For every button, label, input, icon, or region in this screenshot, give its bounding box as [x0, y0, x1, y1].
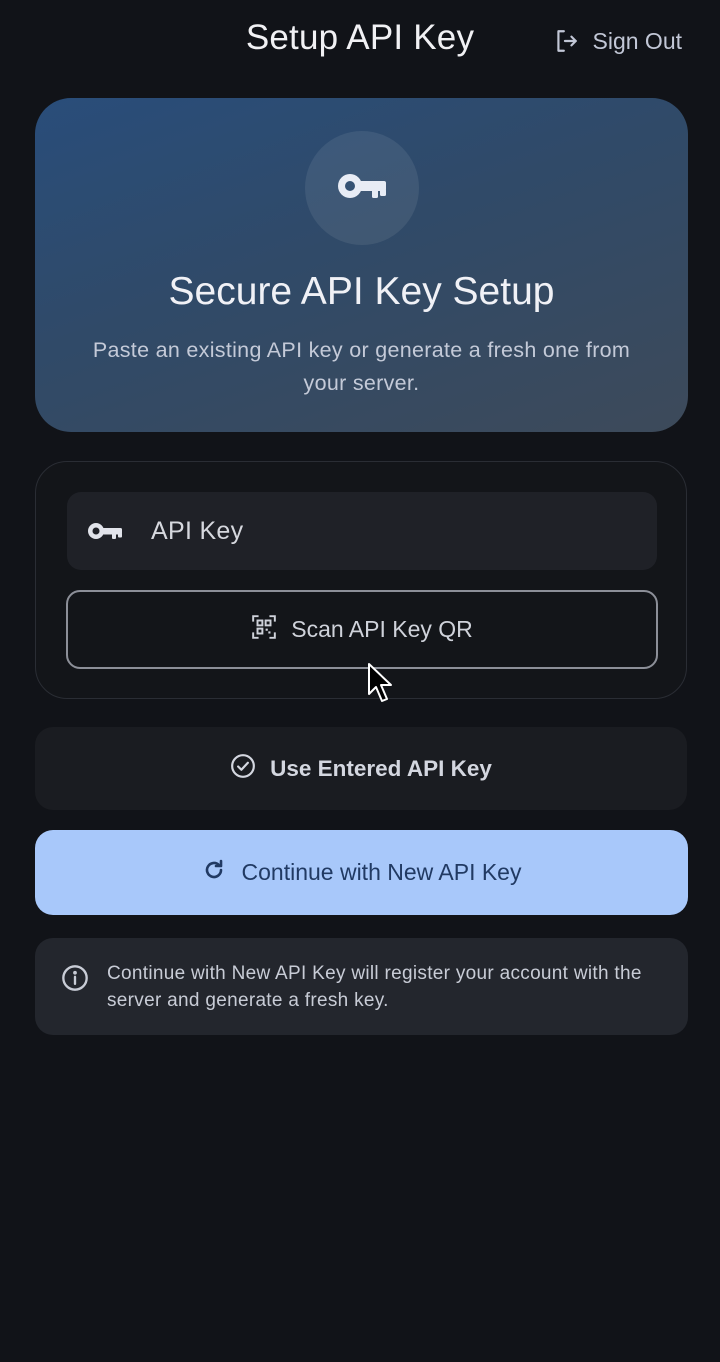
scan-api-key-qr-button[interactable]: Scan API Key QR: [66, 590, 658, 669]
key-icon: [336, 171, 388, 206]
api-key-label: API Key: [151, 516, 244, 545]
logout-icon: [553, 28, 579, 54]
api-key-input-card: API Key Scan API Key QR: [35, 461, 687, 699]
continue-with-new-api-key-button[interactable]: Continue with New API Key: [35, 830, 688, 915]
hero-title: Secure API Key Setup: [168, 270, 555, 313]
info-icon: [61, 964, 89, 997]
refresh-icon: [202, 858, 226, 888]
continue-new-label: Continue with New API Key: [241, 859, 522, 885]
key-icon: [87, 521, 125, 541]
api-key-input[interactable]: API Key: [67, 492, 657, 570]
hero-card: Secure API Key Setup Paste an existing A…: [35, 98, 688, 432]
scan-button-label: Scan API Key QR: [291, 616, 473, 642]
sign-out-label: Sign Out: [592, 27, 683, 54]
sign-out-button[interactable]: Sign Out: [553, 24, 683, 58]
use-entered-api-key-button[interactable]: Use Entered API Key: [35, 727, 687, 810]
hero-description: Paste an existing API key or generate a …: [92, 338, 631, 395]
top-app-bar: Setup API Key Sign Out: [0, 0, 720, 82]
use-entered-label: Use Entered API Key: [270, 755, 492, 781]
mouse-cursor-icon: [367, 662, 397, 709]
qr-scan-icon: [251, 614, 277, 646]
check-circle-icon: [230, 753, 256, 785]
hero-icon-container: [305, 131, 419, 245]
info-text: Continue with New API Key will register …: [107, 963, 642, 1011]
info-notice: Continue with New API Key will register …: [35, 938, 688, 1035]
